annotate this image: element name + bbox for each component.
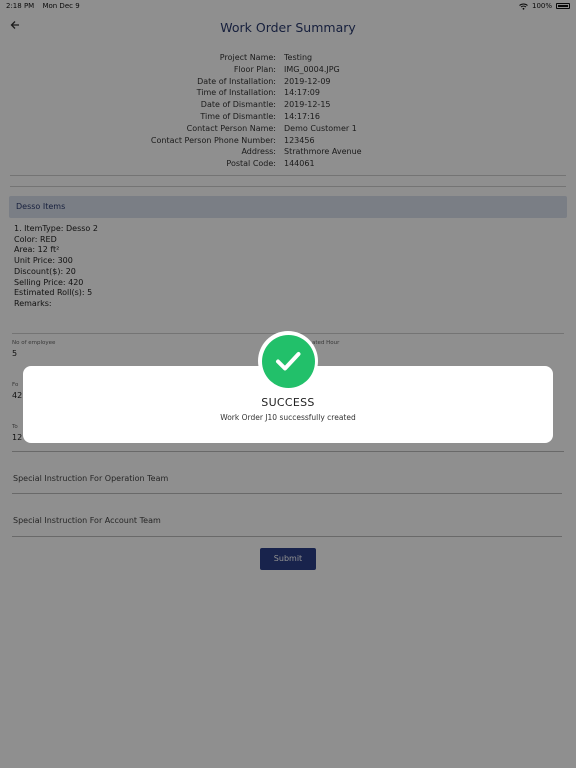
dialog-message: Work Order J10 successfully created xyxy=(220,413,356,422)
checkmark-icon xyxy=(261,334,315,388)
dialog-title: SUCCESS xyxy=(261,396,315,409)
success-badge xyxy=(258,331,318,391)
